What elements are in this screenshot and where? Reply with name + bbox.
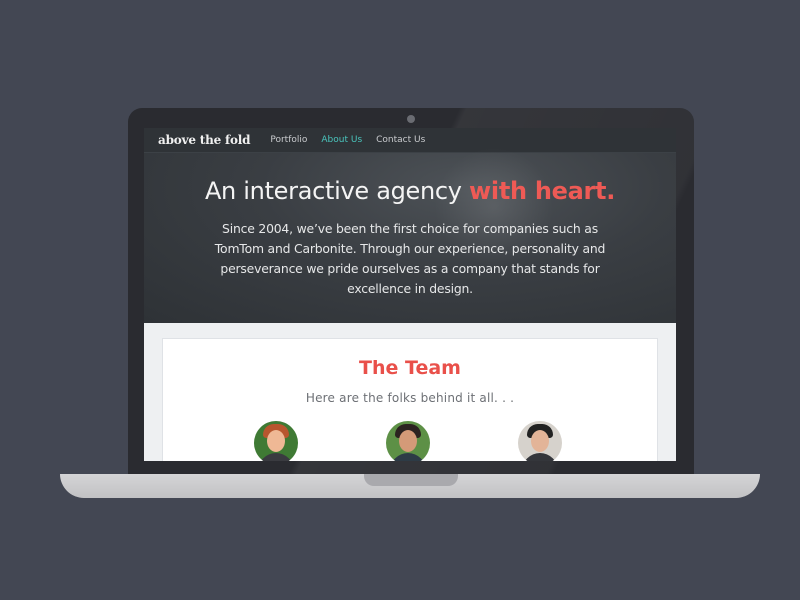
hero-section: An interactive agency with heart. Since … [144,147,676,323]
hero-headline: An interactive agency with heart. [144,177,676,205]
team-member-avatar[interactable] [518,421,562,461]
team-subtitle: Here are the folks behind it all. . . [305,391,515,405]
hero-description: Since 2004, we’ve been the first choice … [214,221,606,296]
avatar-face [531,430,549,452]
avatar-face [399,430,417,452]
nav-link-portfolio[interactable]: Portfolio [270,135,307,145]
nav-link-contact-us[interactable]: Contact Us [376,135,425,145]
camera-icon [407,115,415,123]
nav-link-about-us[interactable]: About Us [321,135,362,145]
team-member-avatar[interactable] [254,421,298,461]
team-title: The Team [359,357,461,379]
avatar-face [267,430,285,452]
brand-logo[interactable]: above the fold [158,133,251,147]
website-screen: above the fold Portfolio About Us Contac… [144,128,676,461]
team-member-avatar[interactable] [386,421,430,461]
avatar-body [522,453,558,461]
avatar-body [258,453,294,461]
avatar-body [390,453,426,461]
headline-text: An interactive agency [204,177,470,205]
laptop-notch [364,474,458,486]
headline-accent: with heart. [469,177,616,205]
team-section: The Team Here are the folks behind it al… [162,338,658,461]
top-nav: above the fold Portfolio About Us Contac… [144,128,676,153]
